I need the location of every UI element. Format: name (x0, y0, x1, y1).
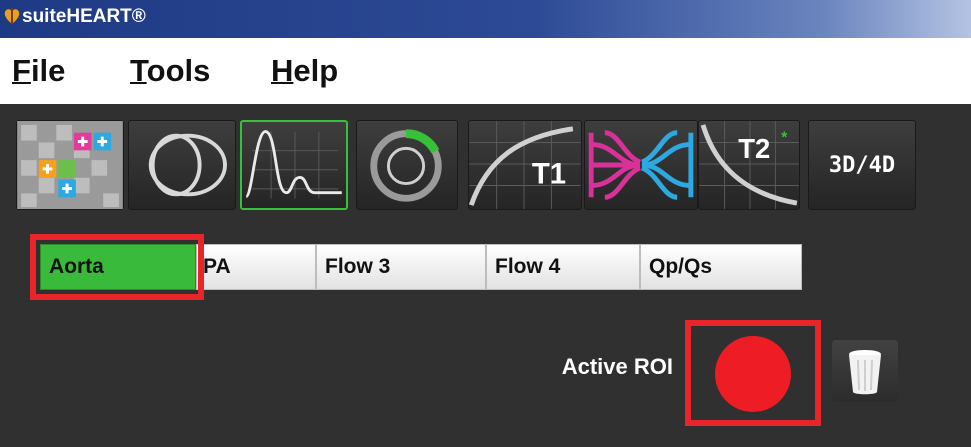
menu-help[interactable]: Help (271, 53, 338, 89)
window-title: suiteHEART® (22, 6, 146, 27)
menu-file-label: ile (30, 53, 66, 88)
color-grid-icon (17, 121, 123, 209)
menu-tools-mnemonic: T (130, 53, 147, 88)
target-ring-icon (370, 129, 442, 202)
menu-file[interactable]: File (12, 53, 65, 89)
active-roi-label: Active ROI (561, 354, 673, 379)
menu-help-label: elp (293, 53, 339, 88)
tab-flow-3[interactable]: Flow 3 (316, 244, 486, 290)
flow-button[interactable] (240, 120, 348, 210)
menu-tools[interactable]: Tools (130, 53, 210, 89)
myocardial-evaluation-button[interactable] (356, 120, 458, 210)
t1-mapping-button[interactable]: T1 (468, 120, 582, 210)
t1-curve-icon: T1 (469, 121, 581, 209)
t1-label: T1 (532, 158, 566, 191)
bullseye-tree-icon (588, 130, 694, 200)
ventricle-ring-icon (148, 133, 227, 197)
trash-can-icon (849, 350, 881, 395)
active-roi-color-swatch[interactable] (715, 336, 791, 412)
tab-flow-4[interactable]: Flow 4 (486, 244, 640, 290)
function-analysis-button[interactable] (16, 120, 124, 210)
menu-tools-label: ools (146, 53, 211, 88)
t2-mapping-button[interactable]: T2 * (698, 120, 800, 210)
3d-4d-button[interactable]: 3D/4D (808, 120, 916, 210)
t2-asterisk: * (781, 130, 788, 147)
3d-4d-label: 3D/4D (828, 152, 896, 178)
suiteheart-logo-icon (4, 8, 20, 24)
menu-bar: File Tools Help (0, 38, 971, 104)
tab-qp-qs[interactable]: Qp/Qs (640, 244, 802, 290)
virtual-fellow-button[interactable] (584, 120, 698, 210)
tab-aorta[interactable]: Aorta (40, 244, 196, 290)
flow-curve-icon (244, 130, 342, 199)
t2-label: T2 (738, 133, 770, 164)
title-bar: suiteHEART® (0, 0, 971, 38)
menu-help-mnemonic: H (271, 53, 294, 88)
tab-pa[interactable]: PA (196, 244, 316, 290)
t2-decay-icon: T2 * (699, 121, 799, 209)
menu-file-mnemonic: F (12, 53, 31, 88)
matrix-button[interactable] (128, 120, 236, 210)
analysis-panel: T1 T2 * 3D/4D Aorta PA Flow 3 Flow 4 Qp/… (0, 104, 971, 447)
delete-roi-button[interactable] (832, 340, 898, 402)
